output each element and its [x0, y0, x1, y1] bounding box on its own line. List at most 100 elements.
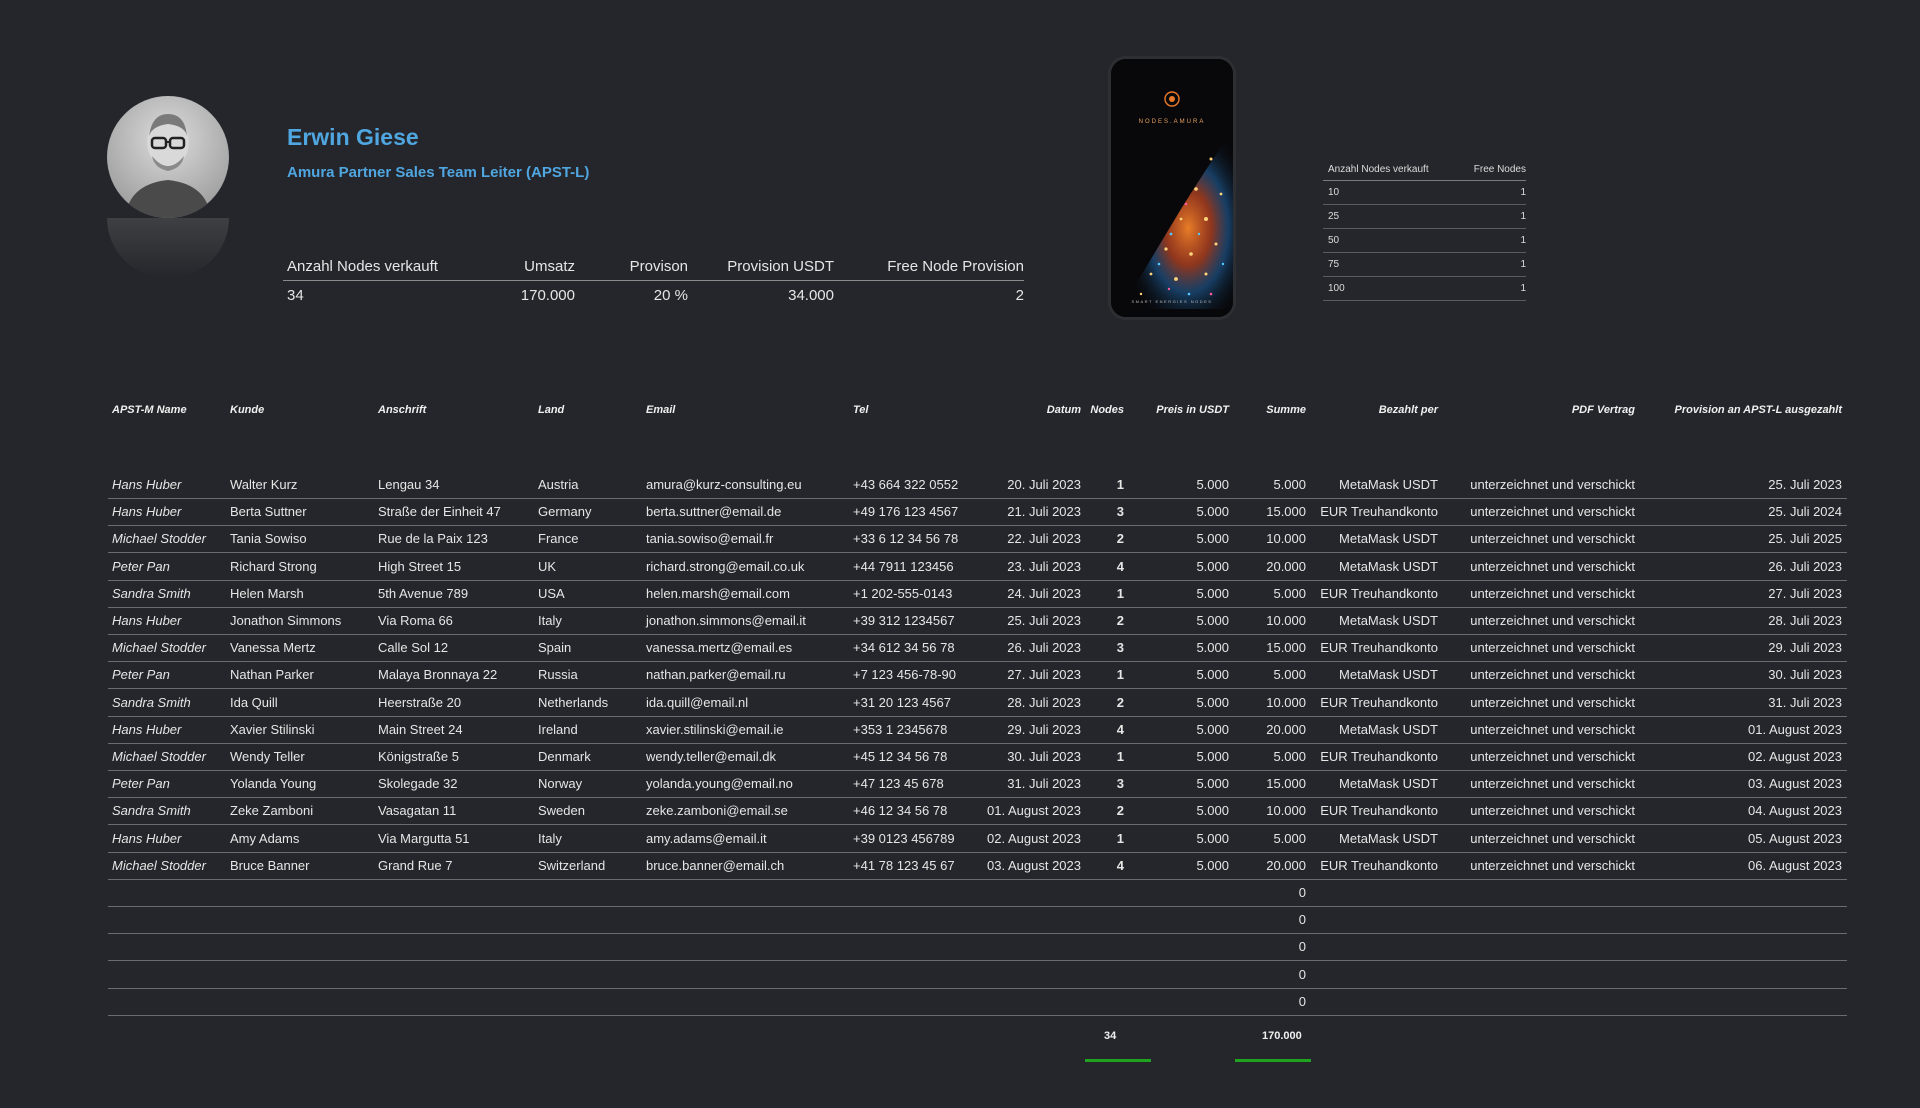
- table-cell: 01. August 2023: [987, 803, 1081, 819]
- table-cell: 3: [1116, 640, 1124, 656]
- table-row: Hans Huber Jonathon Simmons Via Roma 66 Ita…: [108, 607, 1847, 635]
- table-cell[interactable]: vanessa.mertz@email.es: [646, 640, 792, 655]
- free-nodes-cell: 75: [1328, 259, 1340, 270]
- table-cell: 5.000: [1196, 830, 1229, 846]
- table-cell: 25. Juli 2023: [1007, 613, 1081, 628]
- table-cell: 25. Juli 2024: [1768, 504, 1842, 520]
- table-cell: 02. August 2023: [987, 830, 1081, 846]
- table-cell: 5.000: [1196, 558, 1229, 574]
- table-cell: 5.000: [1273, 585, 1306, 601]
- free-nodes-row: 100 1: [1323, 277, 1526, 301]
- table-row: Peter Pan Nathan Parker Malaya Bronnaya 22…: [108, 661, 1847, 690]
- table-cell: Main Street 24: [378, 721, 463, 737]
- table-cell[interactable]: jonathon.simmons@email.it: [646, 613, 806, 628]
- table-cell: 29. Juli 2023: [1007, 721, 1081, 737]
- table-cell-summe: 0: [1298, 912, 1306, 928]
- summary-value: 2: [1015, 286, 1024, 304]
- table-cell-summe: 0: [1298, 993, 1306, 1009]
- table-cell[interactable]: wendy.teller@email.dk: [646, 749, 776, 764]
- header-apst-m-name: APST-M Name: [112, 404, 187, 416]
- total-nodes: 34: [1104, 1030, 1117, 1042]
- table-cell: +43 664 322 0552: [853, 477, 959, 492]
- table-row: Peter Pan Richard Strong High Street 15 UK r…: [108, 553, 1847, 581]
- table-cell: Italy: [538, 613, 562, 628]
- table-cell: Berta Suttner: [230, 504, 307, 520]
- table-cell: High Street 15: [378, 558, 462, 574]
- table-cell: 30. Juli 2023: [1007, 749, 1081, 764]
- table-cell: 1: [1116, 667, 1124, 683]
- table-cell: unterzeichnet und verschickt: [1470, 830, 1635, 846]
- table-cell: 29. Juli 2023: [1768, 640, 1842, 656]
- header-summe: Summe: [1266, 404, 1306, 416]
- table-cell: 5.000: [1196, 857, 1229, 873]
- table-cell: 21. Juli 2023: [1007, 504, 1081, 520]
- table-cell: 5.000: [1196, 504, 1229, 520]
- table-cell: +7 123 456-78-90: [853, 667, 957, 683]
- table-row: Michael Stodder Vanessa Mertz Calle Sol 12…: [108, 634, 1847, 663]
- table-cell[interactable]: yolanda.young@email.no: [646, 776, 793, 791]
- table-cell: 15.000: [1266, 504, 1306, 520]
- table-cell[interactable]: berta.suttner@email.de: [646, 504, 781, 519]
- summary-header: Free Node Provision: [887, 257, 1024, 275]
- table-cell: 5.000: [1273, 749, 1306, 764]
- phone-tagline: SMART ENERGIES NODES: [1131, 299, 1213, 304]
- table-cell: Helen Marsh: [230, 585, 304, 601]
- table-cell: 02. August 2023: [1748, 749, 1842, 764]
- table-cell: Vanessa Mertz: [230, 640, 316, 656]
- table-cell: 01. August 2023: [1748, 721, 1842, 737]
- table-cell: 1: [1116, 477, 1124, 492]
- table-cell[interactable]: amura@kurz-consulting.eu: [646, 477, 802, 492]
- table-cell: Malaya Bronnaya 22: [378, 667, 498, 683]
- person-photo-icon: [125, 114, 211, 218]
- table-cell: Calle Sol 12: [378, 640, 449, 656]
- table-cell: 10.000: [1266, 613, 1306, 628]
- table-cell[interactable]: zeke.zamboni@email.se: [646, 803, 788, 818]
- table-cell: unterzeichnet und verschickt: [1470, 694, 1635, 710]
- table-cell: MetaMask USDT: [1339, 667, 1438, 683]
- empty-table-row: 0: [108, 961, 1847, 989]
- table-cell[interactable]: tania.sowiso@email.fr: [646, 531, 773, 546]
- table-cell: EUR Treuhandkonto: [1320, 585, 1438, 601]
- table-cell[interactable]: amy.adams@email.it: [646, 831, 767, 846]
- table-cell: 3: [1116, 776, 1124, 792]
- table-row: Peter Pan Yolanda Young Skolegade 32 Norway…: [108, 770, 1847, 799]
- table-cell: unterzeichnet und verschickt: [1470, 558, 1635, 574]
- table-cell: Hans Huber: [112, 830, 182, 846]
- table-cell: 5.000: [1196, 749, 1229, 764]
- table-cell: unterzeichnet und verschickt: [1470, 504, 1635, 520]
- table-cell: 1: [1116, 749, 1124, 764]
- table-cell: 05. August 2023: [1748, 830, 1842, 846]
- header-tel: Tel: [853, 404, 869, 416]
- table-cell[interactable]: helen.marsh@email.com: [646, 586, 790, 601]
- table-cell: Zeke Zamboni: [230, 803, 314, 819]
- free-nodes-header: Anzahl Nodes verkauft: [1328, 163, 1429, 175]
- summary-value: 20 %: [653, 286, 688, 304]
- table-cell: Michael Stodder: [112, 640, 206, 656]
- table-row: Sandra Smith Zeke Zamboni Vasagatan 11 Swed…: [108, 797, 1847, 826]
- table-cell[interactable]: xavier.stilinski@email.ie: [646, 722, 783, 737]
- table-cell[interactable]: richard.strong@email.co.uk: [646, 559, 804, 574]
- profile-name: Erwin Giese: [287, 124, 419, 150]
- header-land: Land: [538, 404, 565, 416]
- table-cell[interactable]: bruce.banner@email.ch: [646, 858, 784, 873]
- table-cell: +39 0123 456789: [853, 830, 955, 846]
- table-cell: 3: [1116, 504, 1124, 520]
- table-cell: 5.000: [1196, 721, 1229, 737]
- summary-header: Anzahl Nodes verkauft: [287, 257, 438, 275]
- table-cell: Grand Rue 7: [378, 857, 453, 873]
- free-nodes-cell: 1: [1520, 235, 1526, 246]
- table-cell: EUR Treuhandkonto: [1320, 749, 1438, 764]
- free-nodes-cell: 1: [1520, 211, 1526, 222]
- table-cell: 15.000: [1266, 640, 1306, 656]
- table-cell: +34 612 34 56 78: [853, 640, 955, 656]
- table-cell: Walter Kurz: [230, 477, 298, 492]
- table-cell: 4: [1116, 721, 1124, 737]
- table-cell: 2: [1116, 803, 1124, 819]
- table-cell[interactable]: nathan.parker@email.ru: [646, 667, 786, 682]
- table-cell: unterzeichnet und verschickt: [1470, 667, 1635, 683]
- table-cell-summe: 0: [1298, 885, 1306, 900]
- table-cell: unterzeichnet und verschickt: [1470, 803, 1635, 819]
- header-pdf-vertrag: PDF Vertrag: [1571, 404, 1635, 416]
- table-cell[interactable]: ida.quill@email.nl: [646, 695, 748, 710]
- table-cell: Sandra Smith: [112, 803, 191, 819]
